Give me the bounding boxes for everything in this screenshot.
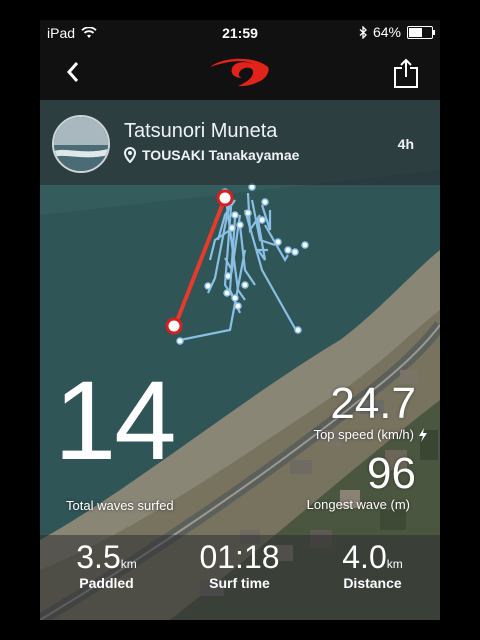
top-speed-label-row: Top speed (km/h) [314,427,428,442]
distance-unit: km [386,557,403,571]
track-end-marker [165,317,183,335]
top-speed-label: Top speed (km/h) [313,427,414,442]
surf-time-stat: 01:18 Surf time [173,539,306,592]
brand-wave-logo [210,58,269,87]
distance-label: Distance [343,575,402,592]
track-start-marker [216,189,234,207]
avatar [52,115,110,173]
session-time-ago: 4h [397,136,414,152]
lightning-icon [419,427,427,442]
surf-time-label: Surf time [209,575,270,592]
location-pin-icon [124,147,136,163]
session-header[interactable]: Tatsunori Muneta TOUSAKI Tanakayamae 4h [40,100,440,185]
top-speed-value: 24.7 [330,379,416,428]
longest-wave-value: 96 [367,449,416,498]
battery-percent: 64% [372,24,401,40]
distance-value: 4.0 [342,539,387,575]
location-row: TOUSAKI Tanakayamae [124,147,299,163]
paddled-value: 3.5 [76,539,121,575]
surf-time-value: 01:18 [199,539,280,575]
share-icon[interactable] [392,57,420,89]
chevron-left-icon[interactable] [62,57,86,87]
battery-icon [407,25,435,39]
distance-stat: 4.0km Distance [306,539,439,592]
app-screen: iPad 21:59 64% Tatsunori Muneta TOUSAKI … [40,20,440,620]
total-waves-value: 14 [54,358,177,483]
location-name: TOUSAKI Tanakayamae [142,147,300,163]
status-bar: iPad 21:59 64% [40,20,440,45]
total-waves-label: Total waves surfed [66,498,174,513]
paddled-stat: 3.5km Paddled [40,539,173,592]
bluetooth-icon [359,25,367,39]
navigation-bar [40,45,440,100]
longest-wave-label: Longest wave (m) [306,497,410,512]
surfer-name: Tatsunori Muneta [124,120,278,142]
paddled-label: Paddled [79,575,134,592]
paddled-unit: km [120,557,137,571]
